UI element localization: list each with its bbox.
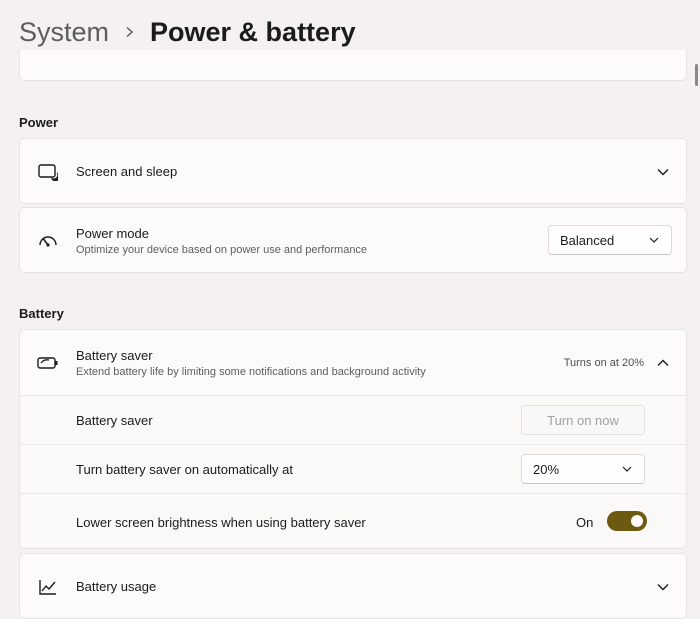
page-title: Power & battery [150,16,356,47]
power-mode-subtitle: Optimize your device based on power use … [76,244,368,256]
power-mode-title: Power mode [76,226,149,241]
section-label-power: Power [19,115,59,130]
lower-brightness-row: Lower screen brightness when using batte… [20,493,686,548]
lower-brightness-state: On [576,515,594,530]
screen-and-sleep-card[interactable]: Screen and sleep [19,138,687,204]
battery-saver-status: Turns on at 20% [563,357,644,369]
battery-saver-title: Battery saver [76,348,153,363]
power-mode-dropdown[interactable]: Balanced [548,225,672,255]
screen-sleep-icon [36,160,60,184]
chart-icon [36,575,60,599]
battery-usage-title: Battery usage [76,579,157,594]
lower-brightness-label: Lower screen brightness when using batte… [76,515,366,530]
chevron-down-icon [649,237,659,243]
auto-battery-saver-value: 20% [533,461,560,477]
battery-usage-card[interactable]: Battery usage [19,553,687,619]
section-label-battery: Battery [19,306,64,321]
auto-battery-saver-row: Turn battery saver on automatically at 2… [20,444,686,493]
battery-saver-toggle-row: Battery saver Turn on now [20,395,686,444]
screen-and-sleep-title: Screen and sleep [76,164,178,179]
chevron-right-icon [125,26,134,38]
turn-on-now-button[interactable]: Turn on now [521,405,645,435]
battery-saver-icon [36,351,60,375]
lower-brightness-toggle[interactable] [607,511,647,531]
battery-saver-card: Battery saver Extend battery life by lim… [19,329,687,549]
battery-saver-header[interactable]: Battery saver Extend battery life by lim… [20,330,686,395]
chevron-down-icon[interactable] [656,580,670,594]
toggle-knob [631,515,643,527]
battery-saver-row-label: Battery saver [76,413,153,428]
chevron-up-icon[interactable] [656,356,670,370]
breadcrumb-parent[interactable]: System [19,17,109,48]
speedometer-icon [36,229,60,253]
previous-card [19,50,687,81]
chevron-down-icon[interactable] [656,165,670,179]
chevron-down-icon [622,466,632,472]
battery-saver-subtitle: Extend battery life by limiting some not… [76,366,426,378]
scrollbar[interactable] [695,64,698,86]
power-mode-value: Balanced [560,232,615,248]
auto-battery-saver-label: Turn battery saver on automatically at [76,462,294,477]
power-mode-card: Power mode Optimize your device based on… [19,207,687,273]
auto-battery-saver-dropdown[interactable]: 20% [521,454,645,484]
breadcrumb: System Power & battery [19,12,356,52]
